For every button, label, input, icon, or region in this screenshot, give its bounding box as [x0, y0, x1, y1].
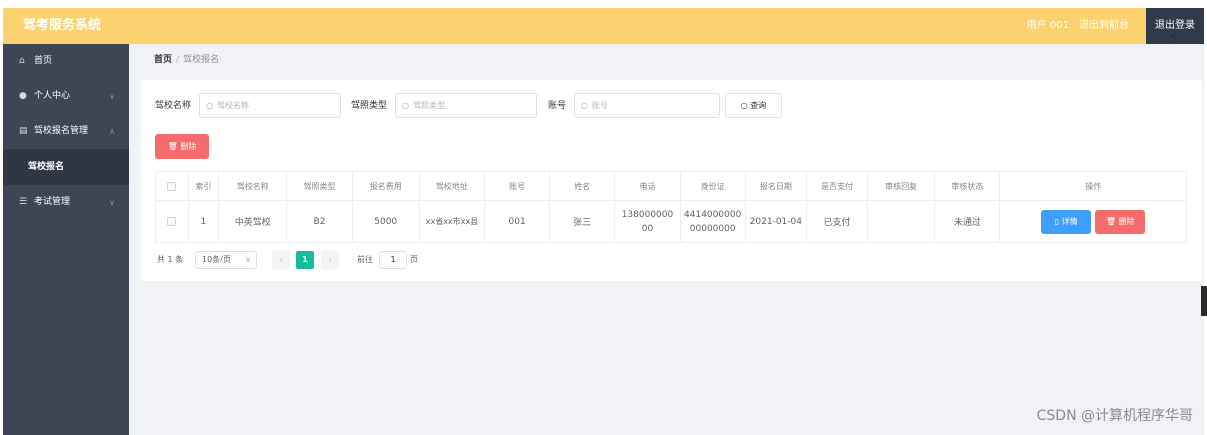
chevron-down-icon: ∨ [109, 92, 115, 101]
cell-actions: ▯ 详情 🗑 删除 [999, 200, 1187, 243]
header-date: 报名日期 [744, 171, 807, 201]
header-school: 驾校名称 [218, 171, 288, 201]
breadcrumb-home[interactable]: 首页 [154, 55, 172, 65]
cell-index: 1 [187, 200, 220, 243]
cell-license: B2 [286, 200, 353, 243]
cell-account: 001 [484, 200, 551, 243]
chevron-left-icon: ‹ [279, 255, 283, 264]
goto-page-input[interactable]: 1 [379, 251, 407, 269]
exit-to-front-link[interactable]: 退出到前台 [1079, 8, 1129, 44]
breadcrumb: 首页 / 驾校报名 [154, 52, 219, 65]
header-address: 驾校地址 [418, 171, 486, 201]
header-phone: 电话 [614, 171, 681, 201]
header-fee: 报名费用 [351, 171, 420, 201]
trash-icon: 🗑 [167, 142, 181, 151]
search-icon: ○ [206, 101, 213, 110]
list-icon: ▤ [19, 126, 28, 136]
school-name-label: 驾校名称 [155, 101, 192, 111]
header-paid: 是否支付 [805, 171, 869, 201]
header-name: 姓名 [549, 171, 616, 201]
sidebar: ⌂ 首页 ● 个人中心 ∨ ▤ 驾校报名管理 ∧ 驾校报名 ☰ 考试管理 ∨ [3, 44, 129, 435]
search-icon: ○ [581, 101, 588, 110]
page-number-1[interactable]: 1 [296, 251, 314, 269]
breadcrumb-separator: / [176, 55, 180, 65]
prev-page-button[interactable]: ‹ [272, 251, 290, 269]
page-size-select[interactable]: 10条/页 ∨ [195, 251, 257, 269]
signup-table: 索引 驾校名称 驾照类型 报名费用 驾校地址 账号 姓名 电话 身份证 报名日期… [155, 171, 1187, 243]
user-icon: ● [19, 91, 27, 101]
sidebar-item-school-signup-mgmt[interactable]: ▤ 驾校报名管理 ∧ [3, 114, 129, 149]
chevron-up-icon: ∧ [109, 127, 115, 136]
sidebar-item-label: 驾校报名管理 [34, 126, 89, 136]
batch-delete-button[interactable]: 🗑 删除 [155, 134, 209, 159]
license-type-label: 驾照类型 [351, 101, 388, 111]
school-name-input[interactable]: ○ 驾校名称 [199, 93, 341, 118]
current-user: 用户 001 [1026, 20, 1069, 31]
table-row: 1 中英驾校 B2 5000 xx省xx市xx县 001 张三 13800000… [155, 200, 1187, 243]
header-index: 索引 [187, 171, 220, 201]
header-actions: 操作 [999, 171, 1187, 201]
cell-id-card: 441400000000000000 [679, 200, 746, 243]
goto-label: 前往 [357, 255, 373, 264]
goto-unit-label: 页 [410, 255, 418, 264]
document-icon: ▯ [1054, 216, 1062, 226]
app-title: 驾考服务系统 [23, 18, 102, 33]
chevron-down-icon: ∨ [109, 198, 115, 207]
sidebar-item-personal-center[interactable]: ● 个人中心 ∨ [3, 79, 129, 114]
cell-date: 2021-01-04 [744, 200, 807, 243]
header-status: 审核状态 [934, 171, 1001, 201]
search-icon: ○ [402, 101, 409, 110]
detail-button[interactable]: ▯ 详情 [1041, 209, 1092, 234]
sidebar-item-label: 考试管理 [34, 197, 71, 207]
account-label: 账号 [548, 101, 567, 111]
cell-status: 未通过 [934, 200, 1001, 243]
cell-name: 张三 [549, 200, 616, 243]
home-icon: ⌂ [19, 56, 25, 66]
breadcrumb-current: 驾校报名 [183, 55, 220, 65]
next-page-button[interactable]: › [321, 251, 339, 269]
select-all-checkbox[interactable] [167, 181, 177, 191]
cell-fee: 5000 [351, 200, 420, 243]
cell-paid: 已支付 [805, 200, 869, 243]
sidebar-item-exam-mgmt[interactable]: ☰ 考试管理 ∨ [3, 185, 129, 220]
trash-icon: 🗑 [1105, 216, 1119, 226]
sidebar-subitem-school-signup[interactable]: 驾校报名 [3, 149, 129, 185]
scrollbar-handle[interactable] [1201, 286, 1207, 316]
row-select[interactable] [155, 200, 189, 243]
top-header: 驾考服务系统 用户 001 退出到前台 退出登录 ☝ [3, 8, 1204, 44]
pagination-total: 共 1 条 [157, 255, 184, 264]
header-id-card: 身份证 [679, 171, 746, 201]
cell-address: xx省xx市xx县 [418, 200, 486, 243]
sidebar-item-label: 个人中心 [34, 91, 71, 101]
menu-icon: ☰ [19, 197, 28, 207]
cell-school: 中英驾校 [218, 200, 288, 243]
row-checkbox[interactable] [167, 216, 177, 226]
sidebar-item-label: 首页 [34, 56, 53, 66]
header-select-all[interactable] [155, 171, 189, 201]
table-header-row: 索引 驾校名称 驾照类型 报名费用 驾校地址 账号 姓名 电话 身份证 报名日期… [155, 171, 1187, 201]
chevron-down-icon: ∨ [245, 255, 251, 264]
hand-cursor-icon: ☝ [1168, 30, 1176, 44]
row-delete-button[interactable]: 🗑 删除 [1095, 209, 1146, 234]
search-icon: ○ [740, 101, 751, 110]
chevron-right-icon: › [328, 255, 332, 264]
sidebar-item-home[interactable]: ⌂ 首页 [3, 44, 129, 79]
watermark: CSDN @计算机程序华哥 [1036, 408, 1193, 424]
header-reply: 审核回复 [867, 171, 936, 201]
license-type-input[interactable]: ○ 驾照类型 [395, 93, 537, 118]
query-button[interactable]: ○ 查询 [725, 93, 782, 118]
cell-phone: 13800000000 [614, 200, 681, 243]
cell-reply [867, 200, 936, 243]
header-license: 驾照类型 [286, 171, 353, 201]
account-input[interactable]: ○ 账号 [574, 93, 720, 118]
header-account: 账号 [484, 171, 551, 201]
